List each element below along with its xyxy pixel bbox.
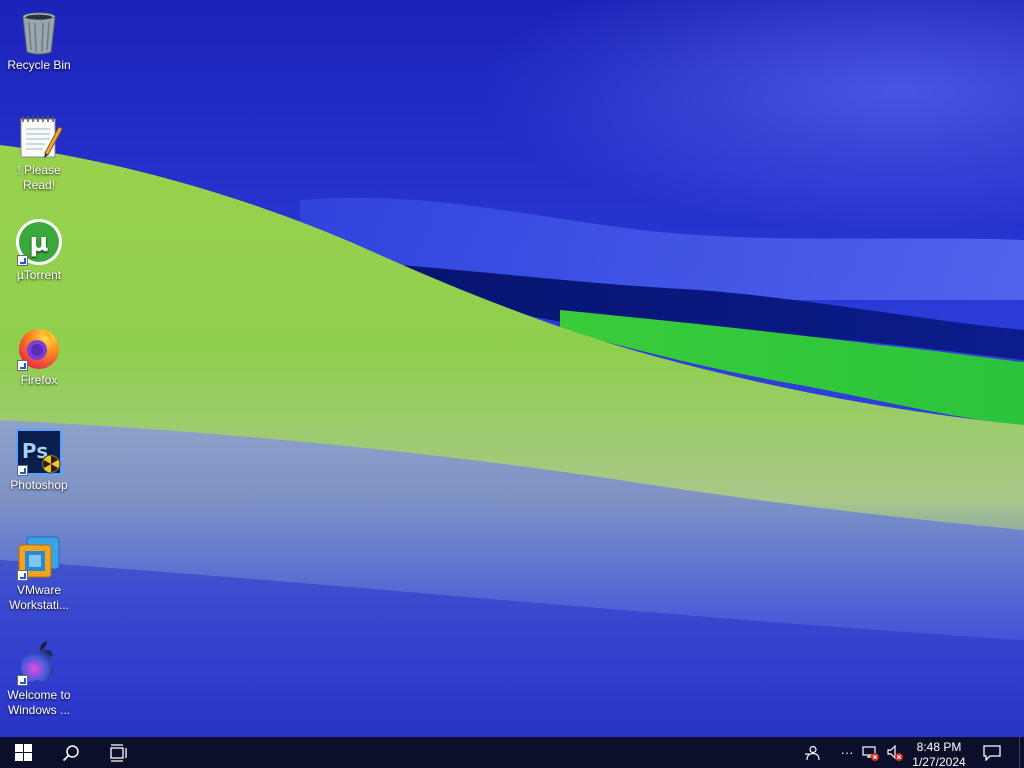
desktop-icon-label: Recycle Bin xyxy=(7,58,71,72)
svg-text:µ: µ xyxy=(29,228,48,258)
firefox-icon xyxy=(15,323,63,371)
desktop-icon-label: VMware Workstati... xyxy=(9,583,69,612)
network-button[interactable] xyxy=(860,737,882,768)
volume-button[interactable] xyxy=(884,737,906,768)
show-desktop-button[interactable] xyxy=(1019,737,1020,768)
taskbar: ··· 8:48 PM 1/27/2024 xyxy=(0,737,1024,768)
desktop-icon-utorrent[interactable]: µ µTorrent xyxy=(0,212,78,283)
windows-start-icon xyxy=(14,744,32,761)
utorrent-icon: µ xyxy=(15,218,63,266)
notepad-icon xyxy=(15,113,63,161)
start-button[interactable] xyxy=(0,737,46,768)
desktop-icon-vmware[interactable]: VMware Workstati... xyxy=(0,527,78,613)
desktop[interactable]: Recycle Bin ! Please Read! µ µTorrent Fi… xyxy=(0,0,1024,737)
photoshop-icon: Ps xyxy=(15,428,63,476)
taskbar-clock[interactable]: 8:48 PM 1/27/2024 xyxy=(906,740,972,768)
search-icon xyxy=(62,744,79,761)
desktop-icon-firefox[interactable]: Firefox xyxy=(0,317,78,388)
shortcut-arrow-icon xyxy=(17,255,28,266)
people-button[interactable] xyxy=(800,737,824,768)
recycle-bin-icon xyxy=(15,8,63,56)
network-disconnected-icon xyxy=(862,745,879,761)
desktop-icon-recycle-bin[interactable]: Recycle Bin xyxy=(0,2,78,73)
shortcut-arrow-icon xyxy=(17,570,28,581)
task-view-icon xyxy=(110,743,127,762)
shortcut-arrow-icon xyxy=(17,465,28,476)
desktop-icon-label: Welcome to Windows ... xyxy=(7,688,71,717)
shortcut-arrow-icon xyxy=(17,675,28,686)
desktop-icon-welcome[interactable]: Welcome to Windows ... xyxy=(0,632,78,718)
people-icon xyxy=(805,745,820,760)
vmware-icon xyxy=(15,533,63,581)
clock-date: 1/27/2024 xyxy=(912,755,966,768)
desktop-icon-label: Photoshop xyxy=(10,478,68,492)
desktop-icon-label: µTorrent xyxy=(16,268,62,282)
desktop-icon-label: Firefox xyxy=(20,373,58,387)
task-view-button[interactable] xyxy=(96,737,142,768)
wallpaper xyxy=(0,145,1024,737)
show-hidden-icons-button[interactable]: ··· xyxy=(836,737,858,768)
volume-muted-icon xyxy=(887,744,903,761)
action-center-icon xyxy=(983,744,1001,761)
apple-icon xyxy=(15,638,63,686)
clock-time: 8:48 PM xyxy=(916,740,962,754)
desktop-icon-photoshop[interactable]: Ps Photoshop xyxy=(0,422,78,493)
action-center-button[interactable] xyxy=(978,737,1006,768)
search-button[interactable] xyxy=(48,737,94,768)
desktop-icon-please-read[interactable]: ! Please Read! xyxy=(0,107,78,193)
shortcut-arrow-icon xyxy=(17,360,28,371)
desktop-icon-label: ! Please Read! xyxy=(17,163,61,192)
